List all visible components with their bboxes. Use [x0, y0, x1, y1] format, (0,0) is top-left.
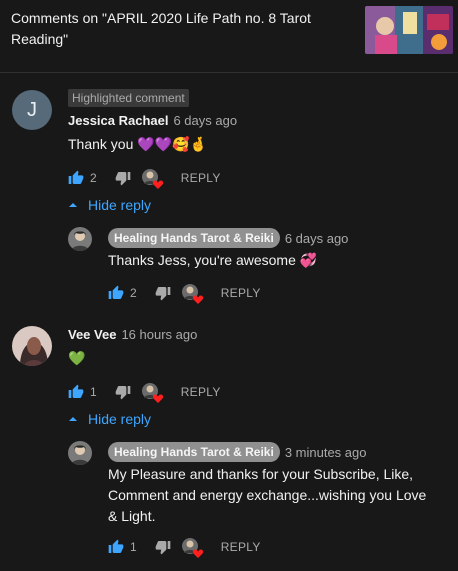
- reply-button[interactable]: REPLY: [221, 540, 261, 554]
- reply-text: Thanks Jess, you're awesome 💞: [108, 252, 318, 268]
- avatar[interactable]: [12, 326, 52, 366]
- like-count: 2: [90, 171, 97, 185]
- creator-heart-icon[interactable]: [181, 283, 203, 304]
- reply-button[interactable]: REPLY: [221, 286, 261, 300]
- reply-button[interactable]: REPLY: [181, 385, 221, 399]
- hide-replies-label: Hide reply: [88, 411, 152, 427]
- reply-actions: 2 REPLY: [108, 283, 261, 304]
- highlighted-comment-badge: Highlighted comment: [68, 89, 189, 107]
- thumbs-up-icon[interactable]: [68, 170, 84, 186]
- creator-heart-icon[interactable]: [181, 537, 203, 558]
- avatar[interactable]: [68, 441, 92, 465]
- avatar[interactable]: J: [12, 90, 52, 130]
- reply-time[interactable]: 6 days ago: [285, 231, 349, 246]
- comment-meta: Vee Vee 16 hours ago: [68, 327, 197, 342]
- hide-replies-button[interactable]: Hide reply: [68, 411, 151, 427]
- comment-author[interactable]: Jessica Rachael: [68, 113, 168, 128]
- creator-heart-icon[interactable]: [141, 382, 163, 403]
- comment-actions: 2 REPLY: [68, 168, 221, 189]
- chevron-up-icon: [68, 414, 78, 424]
- thumbs-down-icon[interactable]: [155, 539, 171, 555]
- reply-text: My Pleasure and thanks for your Subscrib…: [108, 466, 427, 524]
- creator-heart-icon[interactable]: [141, 168, 163, 189]
- channel-owner-chip[interactable]: Healing Hands Tarot & Reiki: [108, 442, 280, 462]
- comment-text: Thank you 💜💜🥰🤞: [68, 136, 207, 152]
- thumbs-up-icon[interactable]: [68, 384, 84, 400]
- like-count: 1: [130, 540, 137, 554]
- thumbs-down-icon[interactable]: [115, 384, 131, 400]
- thumbs-down-icon[interactable]: [115, 170, 131, 186]
- hide-replies-label: Hide reply: [88, 197, 152, 213]
- like-count: 2: [130, 286, 137, 300]
- comment-author[interactable]: Vee Vee: [68, 327, 116, 342]
- comment-meta: Jessica Rachael 6 days ago: [68, 113, 237, 128]
- channel-owner-chip[interactable]: Healing Hands Tarot & Reiki: [108, 228, 280, 248]
- comment-text: 💚: [68, 350, 86, 366]
- reply-actions: 1 REPLY: [108, 537, 261, 558]
- like-count: 1: [90, 385, 97, 399]
- page-title: Comments on "APRIL 2020 Life Path no. 8 …: [11, 10, 311, 47]
- reply-time[interactable]: 3 minutes ago: [285, 445, 367, 460]
- reply-meta: Healing Hands Tarot & Reiki 3 minutes ag…: [108, 442, 366, 462]
- hide-replies-button[interactable]: Hide reply: [68, 197, 151, 213]
- comment-actions: 1 REPLY: [68, 382, 221, 403]
- comment-time[interactable]: 16 hours ago: [121, 327, 197, 342]
- thumbs-down-icon[interactable]: [155, 285, 171, 301]
- thumbs-up-icon[interactable]: [108, 539, 124, 555]
- comments-header: Comments on "APRIL 2020 Life Path no. 8 …: [0, 0, 458, 73]
- chevron-up-icon: [68, 200, 78, 210]
- reply-meta: Healing Hands Tarot & Reiki 6 days ago: [108, 228, 348, 248]
- reply-button[interactable]: REPLY: [181, 171, 221, 185]
- comment-time[interactable]: 6 days ago: [173, 113, 237, 128]
- video-thumbnail[interactable]: [365, 6, 453, 54]
- thumbs-up-icon[interactable]: [108, 285, 124, 301]
- avatar[interactable]: [68, 227, 92, 251]
